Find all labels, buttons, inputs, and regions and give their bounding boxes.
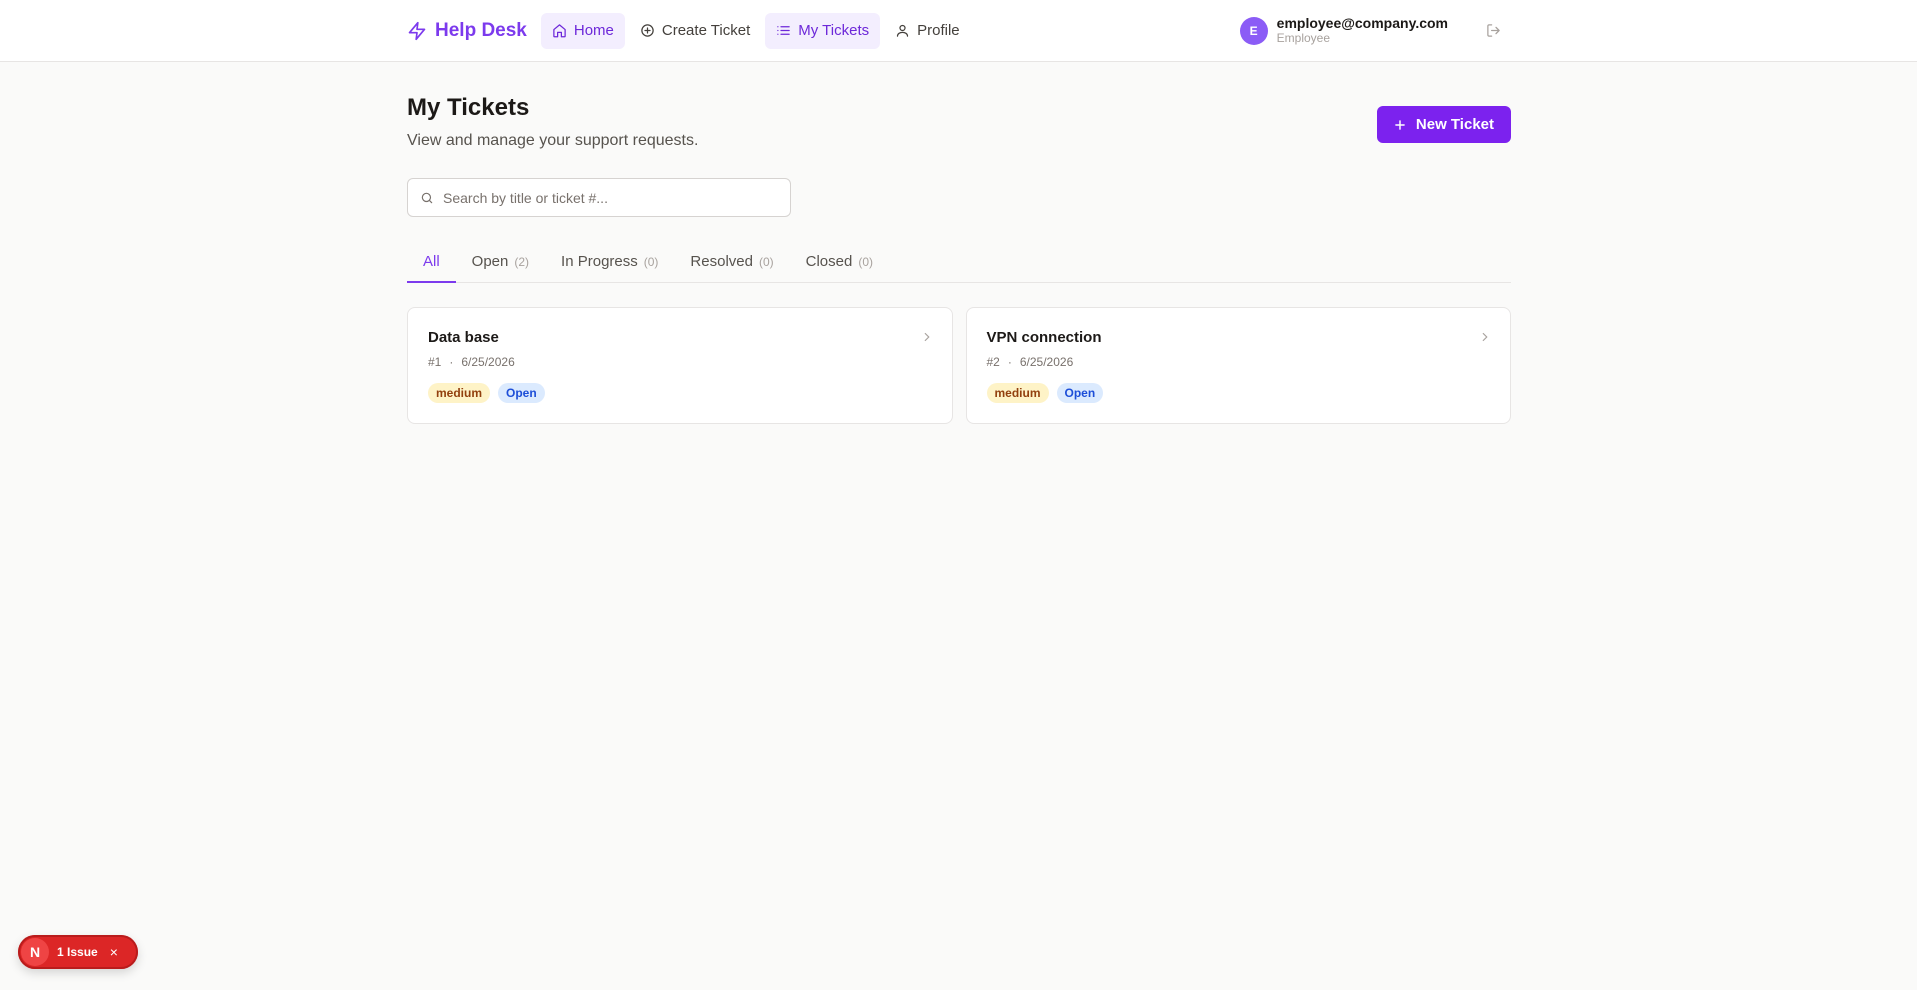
tab-resolved[interactable]: Resolved (0) xyxy=(674,242,789,283)
status-tabs: All Open (2) In Progress (0) Resolved (0… xyxy=(407,242,1511,283)
plus-circle-icon xyxy=(641,24,654,37)
nav-create-ticket[interactable]: Create Ticket xyxy=(629,13,761,49)
ticket-badges: medium Open xyxy=(428,383,545,403)
status-badge: Open xyxy=(1056,383,1104,403)
home-icon xyxy=(553,24,566,38)
tab-all[interactable]: All xyxy=(407,242,456,283)
tab-in-progress-label: In Progress xyxy=(561,253,638,270)
tab-resolved-label: Resolved xyxy=(690,253,753,270)
user-menu: E employee@company.com Employee xyxy=(1239,13,1511,49)
ticket-card[interactable]: Data base #1 · 6/25/2026 medium Open xyxy=(407,307,953,424)
search-input[interactable] xyxy=(443,189,773,206)
chevron-right-icon xyxy=(1482,332,1488,342)
tab-closed[interactable]: Closed (0) xyxy=(790,242,889,283)
user-role: Employee xyxy=(1276,30,1331,45)
new-ticket-label: New Ticket xyxy=(1415,116,1494,133)
search-box xyxy=(407,178,791,217)
chevron-right-icon xyxy=(924,332,930,342)
search-icon xyxy=(421,192,433,203)
nav-profile-label: Profile xyxy=(917,22,960,39)
tab-open[interactable]: Open (2) xyxy=(456,242,545,283)
meta-separator: · xyxy=(449,355,454,369)
user-email: employee@company.com xyxy=(1276,15,1448,32)
priority-badge: medium xyxy=(986,383,1049,403)
main-nav: Home Create Ticket My Tickets Profile xyxy=(540,12,971,49)
ticket-title: VPN connection xyxy=(986,329,1102,346)
meta-separator: · xyxy=(1007,355,1012,369)
nav-create-ticket-label: Create Ticket xyxy=(661,22,751,39)
nav-profile[interactable]: Profile xyxy=(884,13,971,49)
nav-my-tickets-label: My Tickets xyxy=(798,22,870,39)
issue-count: 1 Issue xyxy=(57,945,98,959)
ticket-title: Data base xyxy=(428,329,499,346)
ticket-meta: #1 · 6/25/2026 xyxy=(428,355,515,369)
brand-name: Help Desk xyxy=(435,19,527,41)
top-navbar: Help Desk Home Create Ticket My Tickets … xyxy=(0,0,1917,62)
tab-closed-count: (0) xyxy=(858,254,874,269)
ticket-number: #2 xyxy=(986,355,1000,369)
tab-in-progress-count: (0) xyxy=(643,254,659,269)
avatar[interactable]: E xyxy=(1239,16,1268,45)
new-ticket-button[interactable]: New Ticket xyxy=(1376,106,1511,143)
logout-button[interactable] xyxy=(1475,13,1511,49)
plus-icon xyxy=(1395,119,1405,130)
nav-my-tickets[interactable]: My Tickets xyxy=(765,12,881,49)
tab-resolved-count: (0) xyxy=(758,254,774,269)
nav-home[interactable]: Home xyxy=(540,12,625,49)
list-icon xyxy=(777,26,791,35)
status-badge: Open xyxy=(498,383,545,403)
ticket-meta: #2 · 6/25/2026 xyxy=(987,355,1074,369)
tab-closed-label: Closed xyxy=(805,253,853,270)
brand-logo[interactable]: Help Desk xyxy=(407,20,527,42)
ticket-date: 6/25/2026 xyxy=(1019,355,1074,369)
nextjs-logo-icon: N xyxy=(21,938,49,966)
dev-issues-indicator[interactable]: N 1 Issue × xyxy=(18,935,138,969)
page-title: My Tickets xyxy=(407,94,530,121)
ticket-list: Data base #1 · 6/25/2026 medium Open VPN… xyxy=(407,307,1511,424)
logout-icon xyxy=(1486,24,1500,37)
tab-in-progress[interactable]: In Progress (0) xyxy=(545,242,674,283)
ticket-date: 6/25/2026 xyxy=(461,355,515,369)
ticket-number: #1 xyxy=(428,355,442,369)
close-icon[interactable]: × xyxy=(110,944,118,960)
ticket-badges: medium Open xyxy=(986,383,1104,403)
nav-home-label: Home xyxy=(573,22,614,39)
lightning-icon xyxy=(408,21,426,40)
tab-all-label: All xyxy=(423,253,440,270)
ticket-card[interactable]: VPN connection #2 · 6/25/2026 medium Ope… xyxy=(965,307,1511,424)
priority-badge: medium xyxy=(428,383,491,403)
user-icon xyxy=(896,24,909,37)
navbar-inner: Help Desk Home Create Ticket My Tickets … xyxy=(407,0,1511,61)
page-subtitle: View and manage your support requests. xyxy=(407,132,699,149)
user-info: employee@company.com Employee xyxy=(1276,15,1448,45)
tab-open-label: Open xyxy=(471,253,509,270)
tab-open-count: (2) xyxy=(514,254,530,269)
